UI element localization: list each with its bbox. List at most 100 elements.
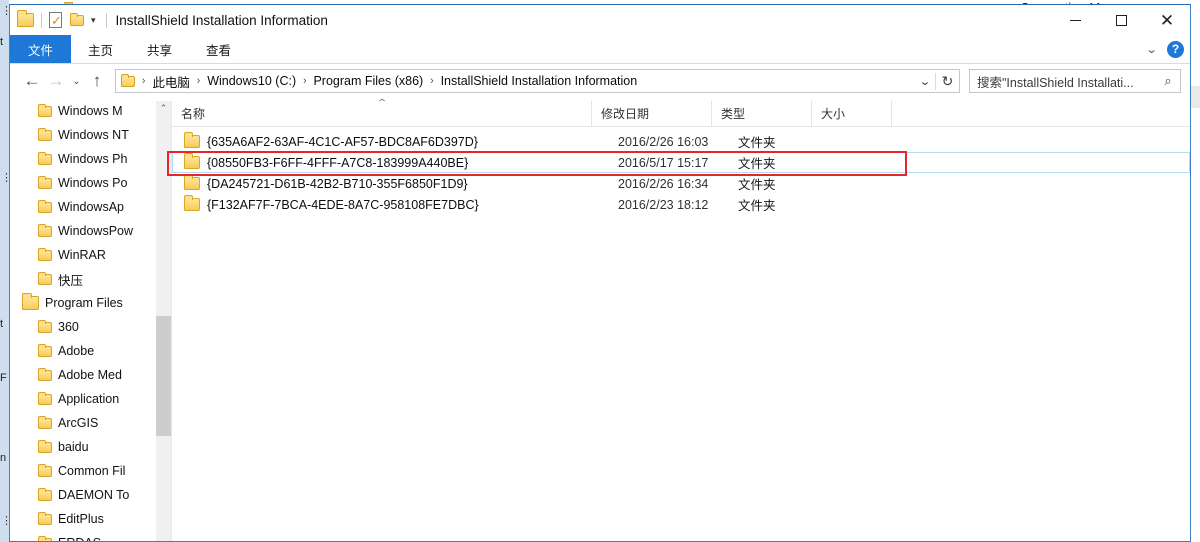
file-date-modified: 2016/2/26 16:03: [618, 134, 709, 149]
column-header-size[interactable]: 大小: [812, 100, 892, 127]
maximize-button[interactable]: [1098, 5, 1144, 35]
breadcrumb-separator-1[interactable]: ›: [194, 75, 203, 87]
file-date-modified: 2016/2/26 16:34: [618, 176, 709, 191]
tree-item[interactable]: Adobe: [10, 339, 156, 363]
tree-item[interactable]: WinRAR: [10, 243, 156, 267]
breadcrumb-separator-0[interactable]: ›: [139, 75, 148, 87]
background-left-fragment-4: n: [0, 452, 7, 464]
tab-file[interactable]: 文件: [10, 35, 72, 63]
tree-item-label: WinRAR: [58, 248, 106, 262]
background-left-fragment-2: t: [0, 318, 4, 330]
tree-item-label: ArcGIS: [58, 416, 99, 430]
navigation-tree: Windows M Windows NT Windows Ph Windows …: [10, 101, 156, 541]
chevron-down-icon[interactable]: ⌄: [1145, 43, 1157, 56]
tab-view[interactable]: 查看: [189, 35, 248, 63]
breadcrumb-separator-3[interactable]: ›: [427, 75, 436, 87]
help-icon[interactable]: ?: [1167, 40, 1184, 58]
breadcrumb-item-this-pc[interactable]: 此电脑: [148, 70, 194, 93]
quick-access-toolbar[interactable]: ✓ ▾: [10, 10, 110, 28]
table-row[interactable]: {DA245721-D61B-42B2-B710-355F6850F1D9} 2…: [172, 173, 1190, 194]
column-header-date-modified[interactable]: 修改日期: [592, 100, 712, 127]
folder-icon: [184, 195, 200, 211]
breadcrumb-folder-icon[interactable]: [121, 73, 135, 87]
folder-icon: [22, 293, 39, 310]
tree-item-label: Program Files: [45, 296, 123, 310]
folder-icon: [38, 535, 52, 541]
folder-icon: [38, 271, 52, 285]
folder-icon: [38, 367, 52, 381]
search-input[interactable]: 搜索"InstallShield Installati... ⌕: [969, 69, 1181, 93]
qat-separator-2: [105, 12, 107, 28]
folder-icon: [38, 511, 52, 525]
breadcrumb-separator-2[interactable]: ›: [300, 75, 309, 87]
tree-item[interactable]: 360: [10, 315, 156, 339]
tree-item[interactable]: Common Fil: [10, 459, 156, 483]
tree-item-label: Application: [58, 392, 120, 406]
table-row[interactable]: {635A6AF2-63AF-4C1C-AF57-BDC8AF6D397D} 2…: [172, 131, 1190, 152]
breadcrumb-item-program-files[interactable]: Program Files (x86): [309, 72, 427, 90]
back-button[interactable]: ←: [20, 69, 44, 93]
table-row[interactable]: {F132AF7F-7BCA-4EDE-8A7C-958108FE7DBC} 2…: [172, 194, 1190, 215]
breadcrumb-item-current-folder[interactable]: InstallShield Installation Information: [437, 72, 642, 90]
minimize-button[interactable]: [1052, 5, 1098, 35]
tree-item[interactable]: ERDAS: [10, 531, 156, 541]
folder-icon: [38, 151, 52, 165]
address-bar[interactable]: › 此电脑 › Windows10 (C:) › Program Files (…: [115, 69, 960, 93]
close-button[interactable]: ✕: [1144, 5, 1190, 35]
address-history-chevron-icon[interactable]: ⌄: [912, 75, 938, 88]
tree-item[interactable]: Windows NT: [10, 123, 156, 147]
window-controls[interactable]: ✕: [1052, 5, 1190, 35]
folder-icon: [38, 391, 52, 405]
desktop-background: ⋮ t ⋮ t F n ⋮ Connection Manager 39 DO 3…: [0, 0, 1200, 542]
recent-locations-button[interactable]: ⌄: [68, 69, 85, 93]
tree-item[interactable]: Windows Ph: [10, 147, 156, 171]
column-header-name[interactable]: 名称: [172, 100, 592, 127]
tree-item-label: Common Fil: [58, 464, 126, 478]
tab-share[interactable]: 共享: [130, 35, 189, 63]
tree-item[interactable]: Program Files: [10, 291, 156, 315]
tree-item[interactable]: WindowsAp: [10, 195, 156, 219]
table-row[interactable]: {08550FB3-F6FF-4FFF-A7C8-183999A440BE} 2…: [172, 152, 1190, 173]
tree-item[interactable]: Application: [10, 387, 156, 411]
folder-icon: [38, 199, 52, 213]
tree-item[interactable]: Windows Po: [10, 171, 156, 195]
forward-button: →: [47, 71, 65, 90]
tree-item[interactable]: 快压: [10, 267, 156, 291]
tree-item-label: ERDAS: [58, 536, 101, 541]
tree-item-label: Adobe Med: [58, 368, 122, 382]
tree-item[interactable]: baidu: [10, 435, 156, 459]
refresh-button[interactable]: ↻: [935, 72, 959, 90]
breadcrumb-item-drive[interactable]: Windows10 (C:): [203, 72, 300, 90]
tree-item-label: 360: [58, 320, 79, 334]
folder-icon: [38, 343, 52, 357]
tree-item-label: DAEMON To: [58, 488, 130, 502]
search-placeholder: 搜索"InstallShield Installati...: [977, 75, 1134, 90]
folder-icon: [38, 415, 52, 429]
tree-item[interactable]: Adobe Med: [10, 363, 156, 387]
navigation-pane[interactable]: Windows M Windows NT Windows Ph Windows …: [10, 101, 171, 541]
up-button[interactable]: ↑: [85, 69, 109, 93]
file-explorer-window[interactable]: ✓ ▾ InstallShield Installation Informati…: [9, 4, 1191, 542]
search-icon[interactable]: ⌕: [1160, 73, 1176, 89]
background-left-fragment-0: t: [0, 36, 4, 48]
tree-item[interactable]: DAEMON To: [10, 483, 156, 507]
minimize-icon: [1069, 19, 1081, 21]
file-list-pane[interactable]: ⌃ 名称 修改日期 类型 大小 {635A6AF2-63AF-4C1C-AF57…: [171, 98, 1190, 541]
new-folder-icon[interactable]: [70, 12, 84, 26]
properties-icon[interactable]: ✓: [49, 12, 62, 28]
folder-icon: [38, 127, 52, 141]
tree-item[interactable]: WindowsPow: [10, 219, 156, 243]
column-header-type[interactable]: 类型: [712, 100, 812, 127]
scrollbar-thumb[interactable]: [156, 316, 171, 436]
tree-item-label: WindowsAp: [58, 200, 124, 214]
folder-icon[interactable]: [17, 10, 34, 27]
tree-item[interactable]: EditPlus: [10, 507, 156, 531]
folder-icon: [38, 487, 52, 501]
folder-icon: [184, 153, 200, 169]
file-name: {F132AF7F-7BCA-4EDE-8A7C-958108FE7DBC}: [207, 197, 479, 212]
tab-home[interactable]: 主页: [71, 35, 130, 63]
navigation-pane-scrollbar[interactable]: ⌃: [156, 101, 171, 541]
chevron-down-icon[interactable]: ▾: [88, 15, 99, 26]
folder-icon: [184, 174, 200, 190]
tree-item[interactable]: ArcGIS: [10, 411, 156, 435]
